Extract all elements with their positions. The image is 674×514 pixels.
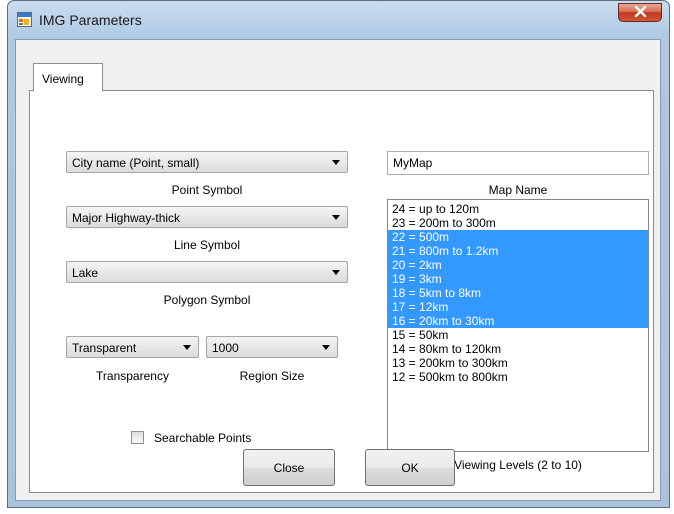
transparency-label: Transparency (96, 369, 169, 383)
ok-button[interactable]: OK (365, 449, 455, 486)
list-item[interactable]: 22 = 500m (388, 230, 648, 244)
point-symbol-value: City name (Point, small) (72, 156, 200, 170)
chevron-down-icon (322, 345, 330, 350)
transparency-value: Transparent (72, 341, 137, 355)
polygon-symbol-dropdown[interactable]: Lake (66, 261, 348, 283)
app-window-icon (17, 12, 32, 27)
region-size-label: Region Size (239, 369, 305, 383)
list-item[interactable]: 18 = 5km to 8km (388, 286, 648, 300)
point-symbol-label: Point Symbol (171, 183, 243, 197)
searchable-points-label: Searchable Points (154, 431, 252, 445)
line-symbol-value: Major Highway-thick (72, 211, 181, 225)
close-x-icon (634, 5, 647, 20)
region-size-dropdown[interactable]: 1000 (206, 336, 338, 358)
region-size-value: 1000 (212, 341, 239, 355)
viewing-tab-page: City name (Point, small) Point Symbol Ma… (29, 90, 654, 493)
list-item[interactable]: 24 = up to 120m (388, 202, 648, 216)
list-item[interactable]: 14 = 80km to 120km (388, 342, 648, 356)
polygon-symbol-value: Lake (72, 266, 99, 280)
close-button[interactable]: Close (243, 449, 335, 486)
chevron-down-icon (332, 160, 340, 165)
map-name-field[interactable] (393, 156, 633, 170)
list-item[interactable]: 13 = 200km to 300km (388, 356, 648, 370)
chevron-down-icon (332, 215, 340, 220)
list-item[interactable]: 15 = 50km (388, 328, 648, 342)
tab-viewing[interactable]: Viewing (33, 63, 103, 91)
line-symbol-label: Line Symbol (173, 238, 241, 252)
searchable-points-checkbox[interactable] (131, 431, 144, 444)
title-bar[interactable]: IMG Parameters (8, 1, 669, 39)
list-item[interactable]: 16 = 20km to 30km (388, 314, 648, 328)
polygon-symbol-label: Polygon Symbol (163, 293, 251, 307)
list-item[interactable]: 20 = 2km (388, 258, 648, 272)
list-item[interactable]: 21 = 800m to 1.2km (388, 244, 648, 258)
window-title: IMG Parameters (39, 12, 142, 28)
list-item[interactable]: 23 = 200m to 300m (388, 216, 648, 230)
map-name-label: Map Name (488, 183, 548, 197)
chevron-down-icon (332, 270, 340, 275)
list-item[interactable]: 19 = 3km (388, 272, 648, 286)
point-symbol-dropdown[interactable]: City name (Point, small) (66, 151, 348, 173)
viewing-levels-listbox[interactable]: 24 = up to 120m 23 = 200m to 300m 22 = 500… (387, 199, 649, 452)
dialog-window: IMG Parameters Viewing City name (Point,… (7, 0, 670, 508)
line-symbol-dropdown[interactable]: Major Highway-thick (66, 206, 348, 228)
close-window-button[interactable] (618, 3, 662, 22)
dialog-client-area: Viewing City name (Point, small) Point S… (15, 39, 661, 501)
list-item[interactable]: 12 = 500km to 800km (388, 370, 648, 384)
chevron-down-icon (183, 345, 191, 350)
map-name-input[interactable] (387, 151, 649, 175)
list-item[interactable]: 17 = 12km (388, 300, 648, 314)
tab-viewing-label: Viewing (42, 72, 84, 86)
transparency-dropdown[interactable]: Transparent (66, 336, 199, 358)
